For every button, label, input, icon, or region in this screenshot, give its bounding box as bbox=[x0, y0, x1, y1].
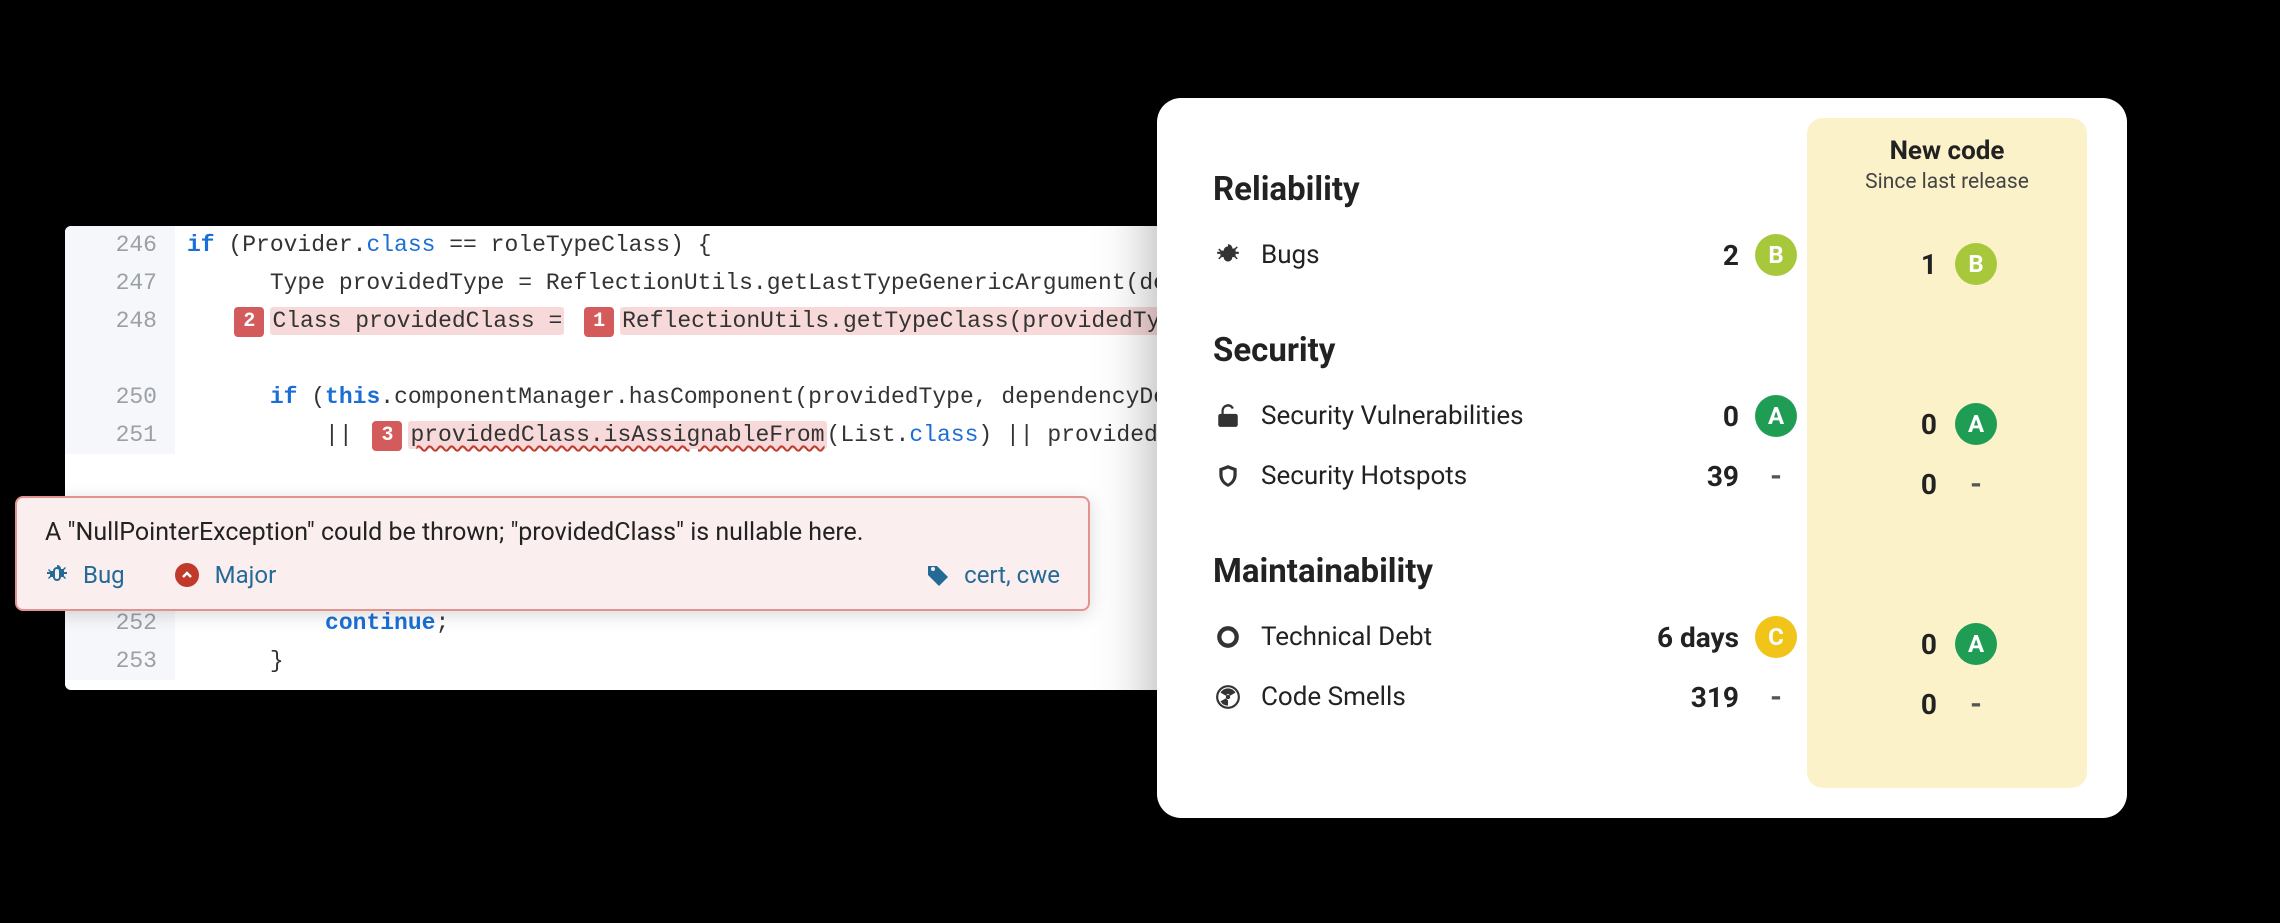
rating-badge: A bbox=[1955, 623, 1997, 665]
new-code-row-smells: 0 - bbox=[1807, 674, 2087, 734]
metric-value: 319 bbox=[1689, 681, 1739, 714]
metric-value: 2 bbox=[1689, 239, 1739, 272]
line-number: 247 bbox=[65, 264, 175, 302]
code-text: ) || providedClass. bbox=[978, 422, 1175, 448]
new-code-row-debt: 0 A bbox=[1807, 614, 2087, 674]
unlock-icon bbox=[1213, 403, 1243, 429]
keyword-continue: continue bbox=[325, 610, 435, 636]
code-line: 247 Type providedType = ReflectionUtils.… bbox=[65, 264, 1175, 302]
shield-icon bbox=[1213, 463, 1243, 489]
metric-value: 6 days bbox=[1629, 621, 1739, 654]
circle-icon bbox=[1213, 624, 1243, 650]
rating-badge: A bbox=[1955, 403, 1997, 445]
rating-badge: B bbox=[1955, 243, 1997, 285]
code-text: == roleTypeClass) { bbox=[435, 232, 711, 258]
code-viewer: 246 if (Provider.class == roleTypeClass)… bbox=[65, 226, 1175, 690]
code-text: ; bbox=[435, 610, 449, 636]
metric-value: 0 bbox=[1897, 468, 1937, 501]
rating-badge: A bbox=[1755, 395, 1797, 437]
issue-marker[interactable]: 3 bbox=[372, 421, 402, 451]
bug-icon bbox=[45, 563, 69, 587]
code-line bbox=[65, 340, 1175, 378]
line-number: 253 bbox=[65, 642, 175, 680]
metric-label: Code Smells bbox=[1261, 682, 1406, 712]
metric-label: Security Hotspots bbox=[1261, 461, 1467, 491]
metric-value: 0 bbox=[1897, 688, 1937, 721]
code-line: 248 2Class providedClass = 1ReflectionUt… bbox=[65, 302, 1175, 340]
metric-label: Bugs bbox=[1261, 240, 1320, 270]
code-line: 253 } bbox=[65, 642, 1175, 680]
issue-marker[interactable]: 1 bbox=[584, 307, 614, 337]
quality-overview-card: New code Since last release Reliability … bbox=[1157, 98, 2127, 818]
issue-message: A "NullPointerException" could be thrown… bbox=[45, 518, 1060, 547]
metric-value: 39 bbox=[1689, 460, 1739, 493]
radiation-icon bbox=[1213, 684, 1243, 710]
highlighted-code: ReflectionUtils.getTypeClass(providedTyp… bbox=[620, 307, 1175, 335]
new-code-row-hotspots: 0 - bbox=[1807, 454, 2087, 514]
metric-value: 0 bbox=[1689, 400, 1739, 433]
rating-badge: - bbox=[1955, 467, 1997, 502]
tag-icon bbox=[926, 563, 950, 587]
metric-label: Security Vulnerabilities bbox=[1261, 401, 1524, 431]
code-text: (List. bbox=[827, 422, 910, 448]
rating-badge: B bbox=[1755, 234, 1797, 276]
rating-badge: - bbox=[1955, 687, 1997, 722]
error-underline[interactable]: providedClass.isAssignableFrom bbox=[408, 421, 826, 449]
rating-badge: - bbox=[1755, 680, 1797, 715]
issue-tags[interactable]: cert, cwe bbox=[964, 561, 1060, 589]
metric-value: 0 bbox=[1897, 628, 1937, 661]
severity-icon bbox=[175, 563, 199, 587]
rating-badge: - bbox=[1755, 459, 1797, 494]
line-number bbox=[65, 340, 175, 378]
issue-callout[interactable]: A "NullPointerException" could be thrown… bbox=[15, 496, 1090, 611]
issue-type[interactable]: Bug bbox=[83, 561, 125, 589]
issue-marker[interactable]: 2 bbox=[234, 307, 264, 337]
rating-badge: C bbox=[1755, 616, 1797, 658]
code-text: || bbox=[187, 422, 366, 448]
issue-severity[interactable]: Major bbox=[215, 561, 277, 589]
new-code-subtitle: Since last release bbox=[1807, 170, 2087, 194]
new-code-title: New code bbox=[1807, 136, 2087, 166]
keyword-if: if bbox=[270, 384, 298, 410]
code-line: 250 if (this.componentManager.hasCompone… bbox=[65, 378, 1175, 416]
line-number: 246 bbox=[65, 226, 175, 264]
metric-value: 1 bbox=[1897, 248, 1937, 281]
code-line: 246 if (Provider.class == roleTypeClass)… bbox=[65, 226, 1175, 264]
keyword-class: class bbox=[909, 422, 978, 448]
metric-label: Technical Debt bbox=[1261, 622, 1432, 652]
code-text: (Provider. bbox=[215, 232, 367, 258]
bug-icon bbox=[1213, 242, 1243, 268]
metric-value: 0 bbox=[1897, 408, 1937, 441]
new-code-row-bugs: 1 B bbox=[1807, 234, 2087, 294]
line-number: 251 bbox=[65, 416, 175, 454]
keyword-this: this bbox=[325, 384, 380, 410]
highlighted-code: Class providedClass = bbox=[270, 307, 564, 335]
keyword-class: class bbox=[366, 232, 435, 258]
keyword-if: if bbox=[187, 232, 215, 258]
line-number: 248 bbox=[65, 302, 175, 340]
code-text: .componentManager.hasComponent(providedT… bbox=[380, 384, 1175, 410]
line-number: 250 bbox=[65, 378, 175, 416]
code-text: Type providedType = ReflectionUtils.getL… bbox=[175, 264, 1175, 302]
new-code-row-vulnerabilities: 0 A bbox=[1807, 394, 2087, 454]
code-line: 251 || 3providedClass.isAssignableFrom(L… bbox=[65, 416, 1175, 454]
code-text: } bbox=[175, 642, 284, 680]
